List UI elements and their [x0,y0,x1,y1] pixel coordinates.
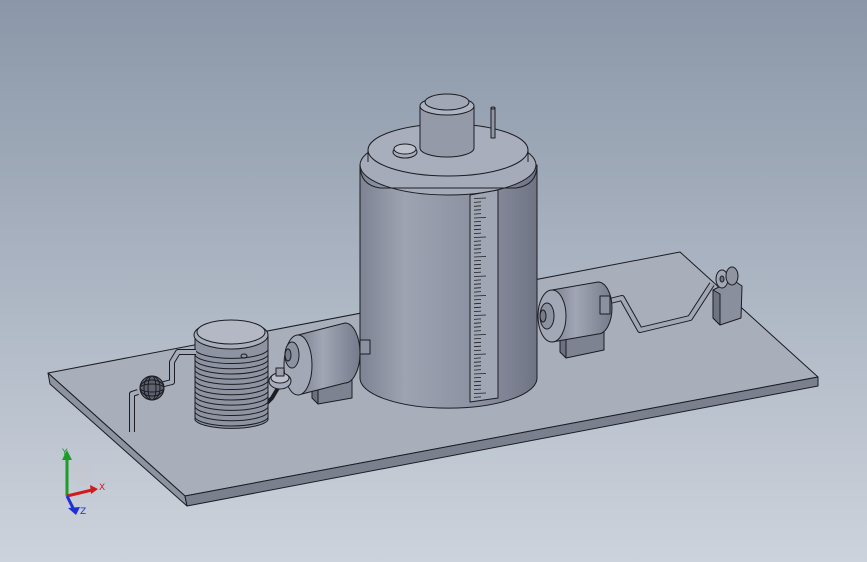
strainer-ball[interactable] [139,375,165,401]
tank-vent-rod[interactable] [490,106,496,139]
gauge-tick [473,369,482,371]
gauge-tick [473,209,482,211]
gauge-tick [473,287,482,289]
gauge-tick [473,302,482,305]
gauge-tick [473,380,482,383]
gauge-tick [473,279,482,281]
gauge-tick [473,283,482,285]
gauge-tick [473,271,482,273]
main-tank[interactable] [359,93,538,409]
axis-x-label: X [99,483,105,493]
level-gauge-scale [469,189,499,403]
gauge-tick [473,392,487,394]
gauge-tick [473,201,482,203]
axis-y-label: Y [61,448,68,458]
gauge-tick [473,236,487,238]
gauge-tick [473,260,482,262]
gauge-tick [473,361,482,363]
gauge-tick [473,306,482,309]
gauge-tick [473,228,482,231]
gauge-tick [473,388,482,390]
gauge-tick [473,322,482,324]
gauge-tick [473,267,482,270]
tank-side-nozzle[interactable] [359,339,371,355]
axis-z-arrow [68,507,80,515]
gauge-tick [473,256,487,258]
gauge-tick [473,213,482,215]
gauge-tick [473,224,482,227]
gauge-tick [473,330,482,332]
center-pump-motor[interactable] [283,322,361,405]
gauge-tick [473,263,482,266]
gauge-tick [473,197,487,199]
gauge-tick [473,217,487,219]
gauge-tick [473,365,482,367]
tank-small-port[interactable] [392,143,418,159]
gauge-tick [473,248,482,250]
gauge-tick [473,373,487,375]
gauge-tick [473,349,482,351]
axis-z-label: Z [80,507,86,517]
gauge-tick [473,396,482,398]
gauge-tick [473,295,487,297]
gauge-tick [473,310,482,312]
gauge-tick [473,341,482,344]
gauge-tick [473,377,482,379]
axis-triad[interactable]: Y X Z [61,448,105,517]
gauge-tick [473,353,487,355]
gauge-tick [473,345,482,348]
gauge-tick [473,326,482,328]
gauge-tick [473,318,482,320]
axis-x-arrow [90,485,98,494]
bearing-block[interactable] [712,266,743,326]
gauge-tick [473,291,482,293]
gauge-tick [473,299,482,301]
tank-top-nozzle[interactable] [419,93,475,158]
cad-viewport[interactable]: Y X Z [0,0,867,562]
gauge-tick [473,205,482,207]
gauge-tick [473,314,487,316]
gauge-tick [473,221,482,223]
model-view[interactable]: Y X Z [0,0,867,562]
gauge-tick [473,240,482,242]
gauge-tick [473,357,482,359]
gauge-tick [473,334,487,336]
gauge-tick [473,275,487,277]
coil-heat-exchanger[interactable] [193,319,269,429]
gauge-tick [473,232,482,234]
gauge-tick [473,244,482,246]
gauge-tick [473,338,482,340]
gauge-tick [473,384,482,387]
gauge-tick [473,252,482,254]
